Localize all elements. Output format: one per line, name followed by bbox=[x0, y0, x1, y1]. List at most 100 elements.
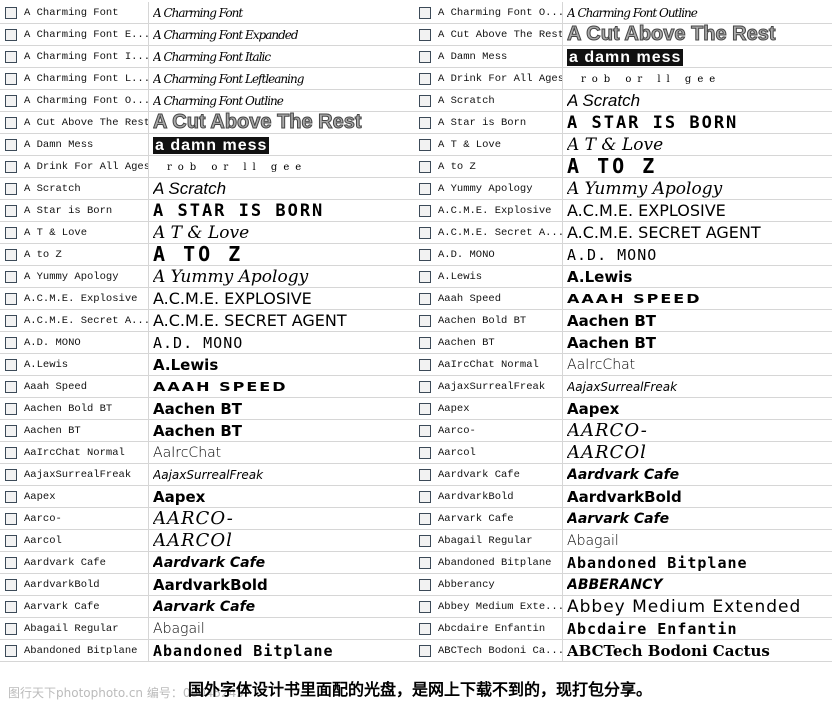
font-row[interactable]: AardvarkBold AardvarkBold bbox=[414, 486, 832, 508]
checkbox[interactable] bbox=[419, 50, 431, 63]
checkbox[interactable] bbox=[5, 116, 17, 129]
font-row[interactable]: A.Lewis A.Lewis bbox=[414, 266, 832, 288]
font-row[interactable]: A Scratch A Scratch bbox=[0, 178, 418, 200]
font-row[interactable]: A Damn Mess a damn mess bbox=[414, 46, 832, 68]
checkbox[interactable] bbox=[419, 600, 431, 613]
checkbox[interactable] bbox=[5, 424, 17, 437]
font-row[interactable]: A Charming Font E... A Charming Font Expa… bbox=[0, 24, 418, 46]
font-row[interactable]: A Cut Above The Rest A Cut Above The Rest bbox=[414, 24, 832, 46]
font-row[interactable]: AajaxSurrealFreak AajaxSurrealFreak bbox=[414, 376, 832, 398]
checkbox[interactable] bbox=[5, 644, 17, 657]
checkbox[interactable] bbox=[5, 204, 17, 217]
checkbox[interactable] bbox=[5, 292, 17, 305]
font-row[interactable]: Abberancy ABBERANCY bbox=[414, 574, 832, 596]
font-row[interactable]: A Scratch A Scratch bbox=[414, 90, 832, 112]
checkbox[interactable] bbox=[419, 424, 431, 437]
font-row[interactable]: AaIrcChat Normal AaIrcChat bbox=[414, 354, 832, 376]
checkbox[interactable] bbox=[419, 6, 431, 19]
font-row[interactable]: A Charming Font O... A Charming Font Outl… bbox=[414, 2, 832, 24]
checkbox[interactable] bbox=[5, 490, 17, 503]
checkbox[interactable] bbox=[5, 380, 17, 393]
font-row[interactable]: A.C.M.E. Secret A... A.C.M.E. SECRET AGEN… bbox=[0, 310, 418, 332]
checkbox[interactable] bbox=[419, 138, 431, 151]
checkbox[interactable] bbox=[419, 28, 431, 41]
checkbox[interactable] bbox=[5, 468, 17, 481]
font-row[interactable]: Aaah Speed AAAH SPEED bbox=[0, 376, 418, 398]
font-row[interactable]: Abagail Regular Abagail bbox=[414, 530, 832, 552]
checkbox[interactable] bbox=[419, 534, 431, 547]
checkbox[interactable] bbox=[5, 578, 17, 591]
font-row[interactable]: Abagail Regular Abagail bbox=[0, 618, 418, 640]
checkbox[interactable] bbox=[5, 336, 17, 349]
font-row[interactable]: A Yummy Apology A Yummy Apology bbox=[414, 178, 832, 200]
font-row[interactable]: A.C.M.E. Explosive A.C.M.E. EXPLOSIVE bbox=[414, 200, 832, 222]
font-row[interactable]: Aarvark Cafe Aarvark Cafe bbox=[414, 508, 832, 530]
checkbox[interactable] bbox=[419, 490, 431, 503]
font-row[interactable]: Aarcol AARCOl bbox=[0, 530, 418, 552]
checkbox[interactable] bbox=[5, 226, 17, 239]
checkbox[interactable] bbox=[5, 534, 17, 547]
checkbox[interactable] bbox=[419, 116, 431, 129]
checkbox[interactable] bbox=[5, 138, 17, 151]
checkbox[interactable] bbox=[419, 292, 431, 305]
checkbox[interactable] bbox=[5, 402, 17, 415]
font-row[interactable]: A.Lewis A.Lewis bbox=[0, 354, 418, 376]
checkbox[interactable] bbox=[419, 336, 431, 349]
checkbox[interactable] bbox=[419, 358, 431, 371]
font-row[interactable]: A Charming Font L... A Charming Font Left… bbox=[0, 68, 418, 90]
font-row[interactable]: Aarco- AARCO- bbox=[0, 508, 418, 530]
font-row[interactable]: A to Z A TO Z bbox=[414, 156, 832, 178]
font-row[interactable]: AajaxSurrealFreak AajaxSurrealFreak bbox=[0, 464, 418, 486]
checkbox[interactable] bbox=[419, 182, 431, 195]
checkbox[interactable] bbox=[419, 226, 431, 239]
checkbox[interactable] bbox=[5, 50, 17, 63]
checkbox[interactable] bbox=[5, 358, 17, 371]
font-row[interactable]: Aaah Speed AAAH SPEED bbox=[414, 288, 832, 310]
checkbox[interactable] bbox=[5, 6, 17, 19]
font-row[interactable]: A Damn Mess a damn mess bbox=[0, 134, 418, 156]
checkbox[interactable] bbox=[419, 160, 431, 173]
font-row[interactable]: A.D. MONO A.D. MONO bbox=[414, 244, 832, 266]
checkbox[interactable] bbox=[419, 578, 431, 591]
font-row[interactable]: Abbey Medium Exte... Abbey Medium Extende… bbox=[414, 596, 832, 618]
font-row[interactable]: A.C.M.E. Explosive A.C.M.E. EXPLOSIVE bbox=[0, 288, 418, 310]
checkbox[interactable] bbox=[5, 28, 17, 41]
checkbox[interactable] bbox=[419, 468, 431, 481]
font-row[interactable]: A Drink For All Ages rob or ll gee bbox=[414, 68, 832, 90]
font-row[interactable]: Abandoned Bitplane Abandoned Bitplane bbox=[0, 640, 418, 662]
checkbox[interactable] bbox=[419, 94, 431, 107]
font-row[interactable]: A.D. MONO A.D. MONO bbox=[0, 332, 418, 354]
font-row[interactable]: Aarvark Cafe Aarvark Cafe bbox=[0, 596, 418, 618]
font-row[interactable]: Aachen Bold BT Aachen BT bbox=[414, 310, 832, 332]
font-row[interactable]: A Charming Font I... A Charming Font Ital… bbox=[0, 46, 418, 68]
checkbox[interactable] bbox=[419, 402, 431, 415]
font-row[interactable]: Aardvark Cafe Aardvark Cafe bbox=[0, 552, 418, 574]
font-row[interactable]: Aapex Aapex bbox=[414, 398, 832, 420]
checkbox[interactable] bbox=[5, 182, 17, 195]
checkbox[interactable] bbox=[419, 512, 431, 525]
checkbox[interactable] bbox=[5, 556, 17, 569]
font-row[interactable]: A Charming Font O... A Charming Font Outl… bbox=[0, 90, 418, 112]
checkbox[interactable] bbox=[5, 314, 17, 327]
font-row[interactable]: A Drink For All Ages rob or ll gee bbox=[0, 156, 418, 178]
font-row[interactable]: A T & Love A T & Love bbox=[0, 222, 418, 244]
checkbox[interactable] bbox=[419, 270, 431, 283]
font-row[interactable]: Aarcol AARCOl bbox=[414, 442, 832, 464]
font-row[interactable]: Aapex Aapex bbox=[0, 486, 418, 508]
font-row[interactable]: Abcdaire Enfantin Abcdaire Enfantin bbox=[414, 618, 832, 640]
font-row[interactable]: Aachen BT Aachen BT bbox=[0, 420, 418, 442]
checkbox[interactable] bbox=[419, 314, 431, 327]
checkbox[interactable] bbox=[419, 72, 431, 85]
checkbox[interactable] bbox=[5, 160, 17, 173]
checkbox[interactable] bbox=[5, 270, 17, 283]
checkbox[interactable] bbox=[419, 380, 431, 393]
font-row[interactable]: Aachen BT Aachen BT bbox=[414, 332, 832, 354]
checkbox[interactable] bbox=[5, 622, 17, 635]
checkbox[interactable] bbox=[419, 204, 431, 217]
checkbox[interactable] bbox=[419, 248, 431, 261]
font-row[interactable]: A Star is Born A STAR IS BORN bbox=[0, 200, 418, 222]
checkbox[interactable] bbox=[419, 644, 431, 657]
checkbox[interactable] bbox=[5, 248, 17, 261]
checkbox[interactable] bbox=[5, 72, 17, 85]
font-row[interactable]: A Star is Born A STAR IS BORN bbox=[414, 112, 832, 134]
